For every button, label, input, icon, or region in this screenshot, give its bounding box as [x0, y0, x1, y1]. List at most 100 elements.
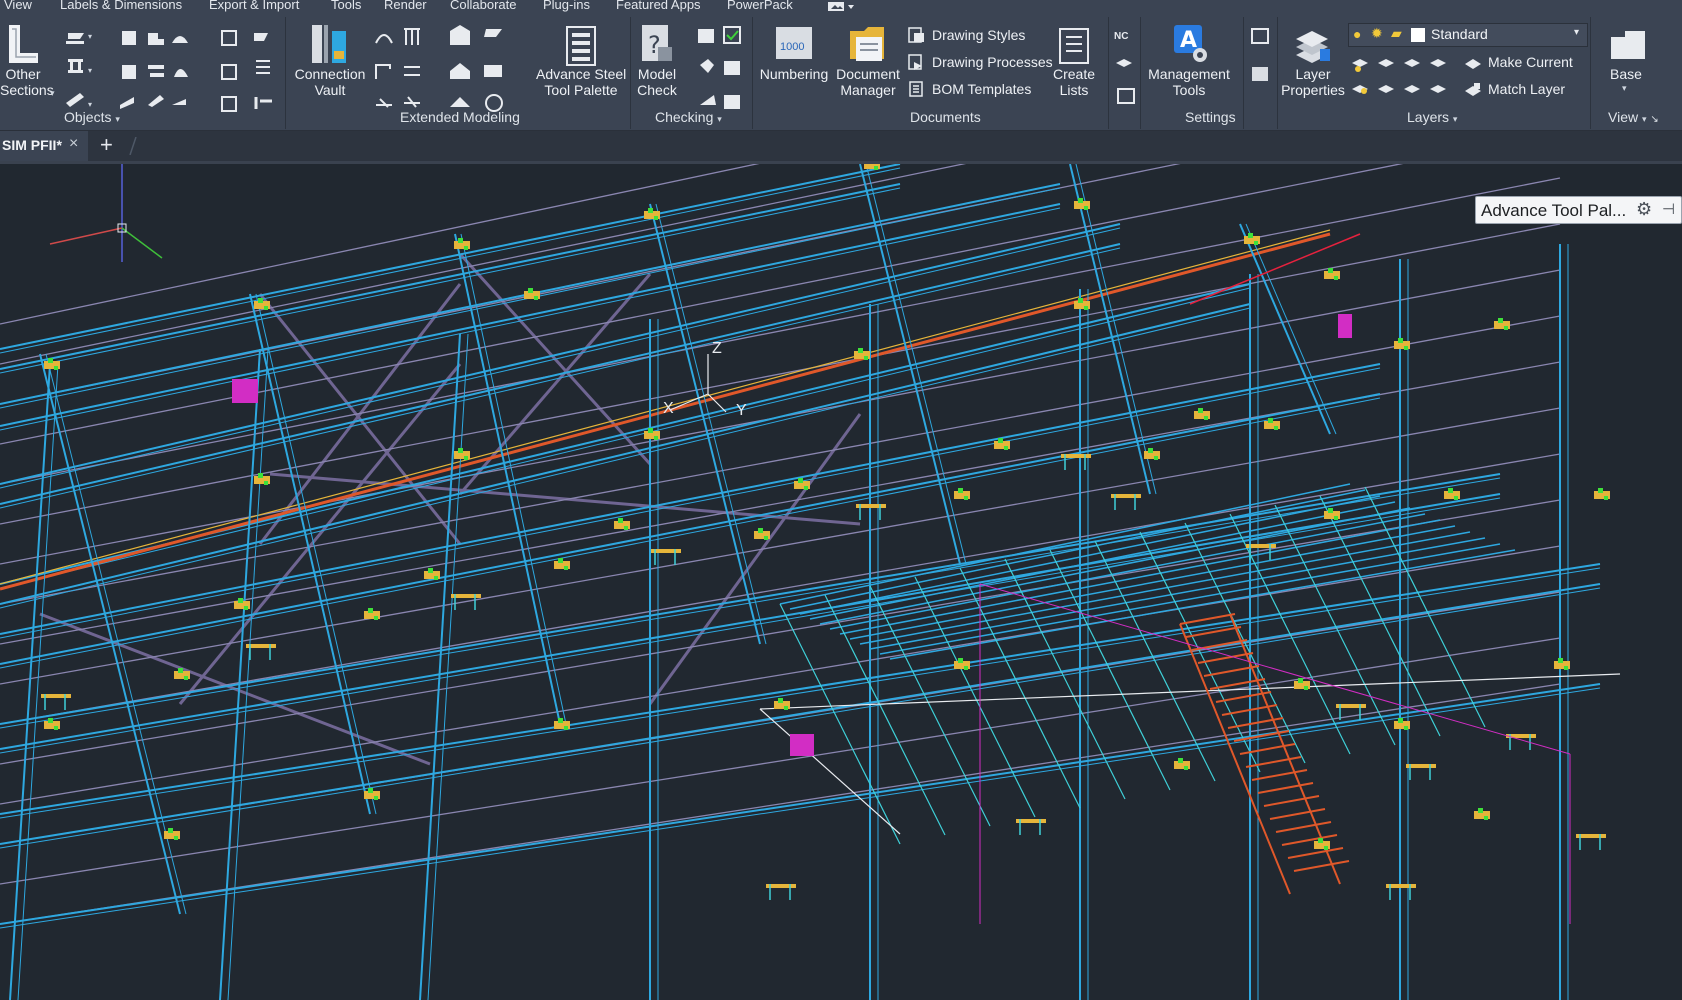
bolt-group [964, 496, 968, 500]
bolt-group [178, 668, 183, 673]
document-tab-sim-pfii[interactable]: SIM PFII* × [0, 131, 88, 161]
document-manager-icon [850, 27, 884, 61]
bolt-group [1504, 326, 1508, 330]
chevron-down-icon: ▾ [1622, 83, 1627, 93]
new-tab-button[interactable]: + [100, 132, 113, 158]
tooltip-label: Advance Tool Pal... [1481, 201, 1627, 220]
objects-panel-title[interactable]: Objects ▾ [64, 109, 120, 125]
create-lists-label-1: Create [1052, 66, 1096, 82]
layer-tools-grid[interactable] [1350, 53, 1460, 103]
settings-panel-title: Settings [1185, 109, 1236, 125]
nc-export-icon[interactable]: NC [1114, 31, 1128, 42]
menu-tools[interactable]: Tools [331, 0, 361, 11]
platform-edge [759, 708, 901, 835]
bolt-group [804, 486, 808, 490]
workspace-switch-icon[interactable] [828, 0, 856, 13]
platform-beam [809, 501, 1396, 620]
checking-tools[interactable] [696, 25, 748, 117]
stair-stringer [1179, 623, 1291, 895]
rafter [1239, 223, 1331, 435]
bolt-group [244, 606, 248, 610]
tool-palette-tooltip[interactable]: Advance Tool Pal... ⚙ ⊣ [1475, 196, 1682, 224]
bolt-group [624, 526, 628, 530]
layer-properties-label-2: Properties [1281, 82, 1345, 98]
bolt-group [48, 358, 53, 363]
drawing-processes-label: Drawing Processes [932, 54, 1053, 70]
menu-render[interactable]: Render [384, 0, 427, 11]
bolt-group [1318, 838, 1323, 843]
menu-export-import[interactable]: Export & Import [209, 0, 299, 11]
pin-icon[interactable]: ⊣ [1662, 200, 1675, 218]
bolt-group [264, 481, 268, 485]
panel-separator [285, 17, 286, 129]
menu-view[interactable]: View [4, 0, 32, 11]
bolt-group [1254, 241, 1258, 245]
bolt-group [1204, 416, 1208, 420]
platform-joist [1094, 540, 1216, 782]
platform-beam [889, 549, 1516, 660]
menu-plugins[interactable]: Plug-ins [543, 0, 590, 11]
bolt-group [1198, 408, 1203, 413]
base-view-label: Base [1610, 66, 1642, 82]
gear-icon[interactable]: ⚙ [1636, 199, 1652, 220]
model-check-icon: ? [642, 25, 672, 61]
purlin [0, 177, 1561, 485]
bolt-group [258, 473, 263, 478]
menu-powerpack[interactable]: PowerPack [727, 0, 793, 11]
chevron-down-icon: ▾ [1574, 27, 1580, 38]
steel-column-edge [17, 363, 59, 1000]
document-tab-bar: SIM PFII* × + [0, 131, 1682, 164]
close-icon[interactable]: × [69, 135, 78, 153]
layers-panel-title[interactable]: Layers ▾ [1407, 109, 1457, 125]
bolt-group [1404, 726, 1408, 730]
extended-modeling-tools[interactable] [372, 25, 522, 117]
bolt-group [758, 528, 763, 533]
steel-beam [0, 243, 1121, 505]
bolt-group [558, 718, 563, 723]
bolt-group [54, 366, 58, 370]
panel-separator [1140, 17, 1141, 129]
magenta-part [232, 379, 258, 403]
bolt-group [1304, 686, 1308, 690]
object-tools-grid[interactable]: ▾ ▾ ▾ [62, 25, 292, 117]
model-viewport[interactable]: Z X Y [0, 164, 1682, 1000]
bolt-group [778, 698, 783, 703]
view-panel-title[interactable]: View ▾ ↘ [1608, 109, 1659, 125]
platform-beam [869, 537, 1486, 650]
menu-featured-apps[interactable]: Featured Apps [616, 0, 701, 11]
menu-labels-dimensions[interactable]: Labels & Dimensions [60, 0, 182, 11]
bolt-group [654, 216, 658, 220]
checking-panel-title[interactable]: Checking ▾ [655, 109, 722, 125]
bom-templates-icon [909, 81, 923, 97]
bracing-member [648, 413, 862, 705]
documents-panel-title: Documents [910, 109, 981, 125]
bolt-group [558, 558, 563, 563]
bolt-group [1184, 766, 1188, 770]
bolt-group [258, 298, 263, 303]
menu-collaborate[interactable]: Collaborate [450, 0, 517, 11]
bolt-group [618, 518, 623, 523]
stair-tread [1263, 795, 1320, 807]
bolt-group [784, 706, 788, 710]
drawing-styles-label: Drawing Styles [932, 27, 1026, 43]
settings-small-tools[interactable] [1250, 27, 1274, 87]
bolt-group [1078, 198, 1083, 203]
bolt-group [1148, 448, 1153, 453]
panel-separator [1590, 17, 1591, 129]
steel-beam [0, 493, 1501, 750]
connection-vault-icon [312, 25, 346, 63]
bolt-group [1478, 808, 1483, 813]
layer-dropdown[interactable]: ● ✹ ▰ Standard ▾ [1348, 23, 1588, 47]
bolt-group [958, 658, 963, 663]
dxf-export-tools[interactable] [1114, 57, 1138, 107]
bolt-group [1498, 318, 1503, 323]
other-sections-label-1: Other [5, 66, 41, 82]
bolt-group [964, 666, 968, 670]
bolt-group [54, 726, 58, 730]
layer-color-swatch [1411, 28, 1425, 42]
document-tab-label: SIM PFII* [2, 137, 62, 153]
bolt-group [1298, 678, 1303, 683]
bolt-group [1398, 338, 1403, 343]
numbering-label: Numbering [759, 66, 829, 82]
steel-column [219, 348, 261, 1000]
